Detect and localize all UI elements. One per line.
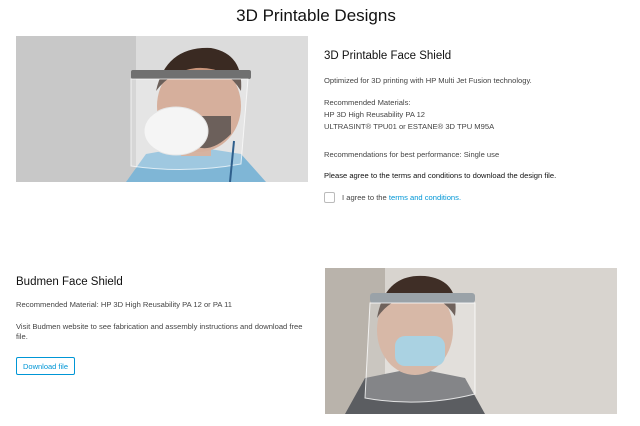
terms-agreement: I agree to the terms and conditions. bbox=[324, 192, 461, 203]
terms-link[interactable]: terms and conditions. bbox=[389, 193, 461, 202]
material-2: ULTRASINT® TPU01 or ESTANE® 3D TPU M95A bbox=[324, 122, 495, 131]
budmen-title: Budmen Face Shield bbox=[16, 276, 123, 288]
budmen-shield-photo bbox=[325, 268, 617, 414]
download-file-button[interactable]: Download file bbox=[16, 357, 75, 375]
face-shield-title: 3D Printable Face Shield bbox=[324, 50, 452, 62]
face-shield-photo bbox=[16, 36, 308, 182]
page-title: 3D Printable Designs bbox=[236, 6, 396, 25]
budmen-instructions: Visit Budmen website to see fabrication … bbox=[16, 322, 303, 341]
checkbox-label: I agree to the bbox=[342, 193, 389, 202]
materials-heading: Recommended Materials: bbox=[324, 98, 411, 107]
budmen-material: Recommended Material: HP 3D High Reusabi… bbox=[16, 300, 232, 309]
terms-checkbox[interactable] bbox=[324, 192, 335, 203]
performance-note: Recommendations for best performance: Si… bbox=[324, 150, 500, 159]
material-1: HP 3D High Reusability PA 12 bbox=[324, 110, 426, 119]
face-shield-description: Optimized for 3D printing with HP Multi … bbox=[324, 76, 532, 85]
agree-prompt: Please agree to the terms and conditions… bbox=[324, 171, 557, 180]
